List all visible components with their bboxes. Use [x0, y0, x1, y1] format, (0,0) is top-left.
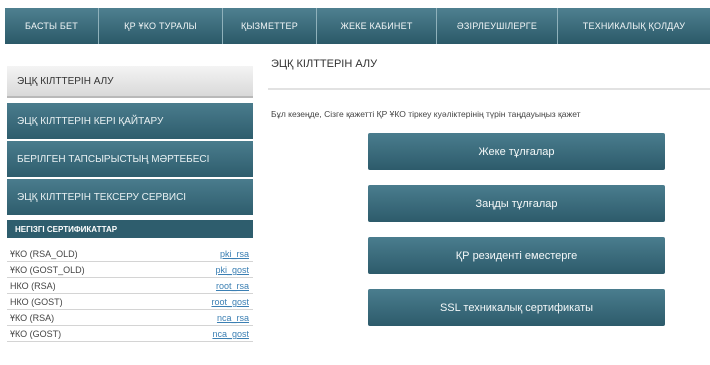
non-residents-button[interactable]: ҚР резиденті еместерге	[368, 237, 665, 274]
cert-download-link[interactable]: root_rsa	[216, 281, 249, 291]
cert-row: ҰКО (GOST) nca_gost	[7, 327, 253, 342]
cert-row: ҰКО (RSA_OLD) pki_rsa	[7, 247, 253, 262]
cert-name: ҰКО (RSA_OLD)	[10, 249, 78, 259]
certificates-title: НЕГІЗГІ СЕРТИФИКАТТАР	[7, 220, 253, 238]
cert-download-link[interactable]: pki_gost	[215, 265, 249, 275]
legal-entities-button[interactable]: Заңды тұлғалар	[368, 185, 665, 222]
tab-services[interactable]: ҚЫЗМЕТТЕР	[223, 8, 317, 44]
tab-developers[interactable]: ӘЗІРЛЕУШІЛЕРГЕ	[437, 8, 558, 44]
ssl-certificate-button[interactable]: SSL техникалық сертификаты	[368, 289, 665, 326]
tab-home[interactable]: БАСТЫ БЕТ	[5, 8, 99, 44]
tab-tech-support[interactable]: ТЕХНИКАЛЫҚ ҚОЛДАУ	[558, 8, 710, 44]
sidebar-item-check-keys[interactable]: ЭЦҚ КІЛТТЕРІН ТЕКСЕРУ СЕРВИСІ	[7, 179, 253, 215]
cert-download-link[interactable]: nca_gost	[212, 329, 249, 339]
individuals-button[interactable]: Жеке тұлғалар	[368, 133, 665, 170]
cert-name: ҰКО (RSA)	[10, 313, 55, 323]
cert-download-link[interactable]: nca_rsa	[217, 313, 249, 323]
cert-name: НКО (RSA)	[10, 281, 56, 291]
top-navigation: БАСТЫ БЕТ ҚР ҰКО ТУРАЛЫ ҚЫЗМЕТТЕР ЖЕКЕ К…	[5, 8, 710, 44]
cert-name: ҰКО (GOST)	[10, 329, 62, 339]
cert-download-link[interactable]: root_gost	[211, 297, 249, 307]
cert-name: НКО (GOST)	[10, 297, 63, 307]
intro-text: Бұл кезеңде, Сізге қажетті ҚР ҰКО тіркеу…	[271, 109, 581, 119]
cert-row: НКО (RSA) root_rsa	[7, 279, 253, 294]
sidebar-item-order-status[interactable]: БЕРІЛГЕН ТАПСЫРЫСТЫҢ МӘРТЕБЕСІ	[7, 141, 253, 177]
cert-row: НКО (GOST) root_gost	[7, 295, 253, 310]
tab-about[interactable]: ҚР ҰКО ТУРАЛЫ	[99, 8, 223, 44]
cert-name: ҰКО (GOST_OLD)	[10, 265, 85, 275]
divider	[268, 88, 710, 90]
sidebar-item-revoke-keys[interactable]: ЭЦҚ КІЛТТЕРІН КЕРІ ҚАЙТАРУ	[7, 103, 253, 139]
sidebar-item-get-keys[interactable]: ЭЦҚ КІЛТТЕРІН АЛУ	[7, 66, 253, 98]
tab-personal-cabinet[interactable]: ЖЕКЕ КАБИНЕТ	[317, 8, 437, 44]
cert-download-link[interactable]: pki_rsa	[220, 249, 249, 259]
page-title: ЭЦҚ КІЛТТЕРІН АЛУ	[271, 58, 378, 70]
cert-row: ҰКО (RSA) nca_rsa	[7, 311, 253, 326]
cert-row: ҰКО (GOST_OLD) pki_gost	[7, 263, 253, 278]
